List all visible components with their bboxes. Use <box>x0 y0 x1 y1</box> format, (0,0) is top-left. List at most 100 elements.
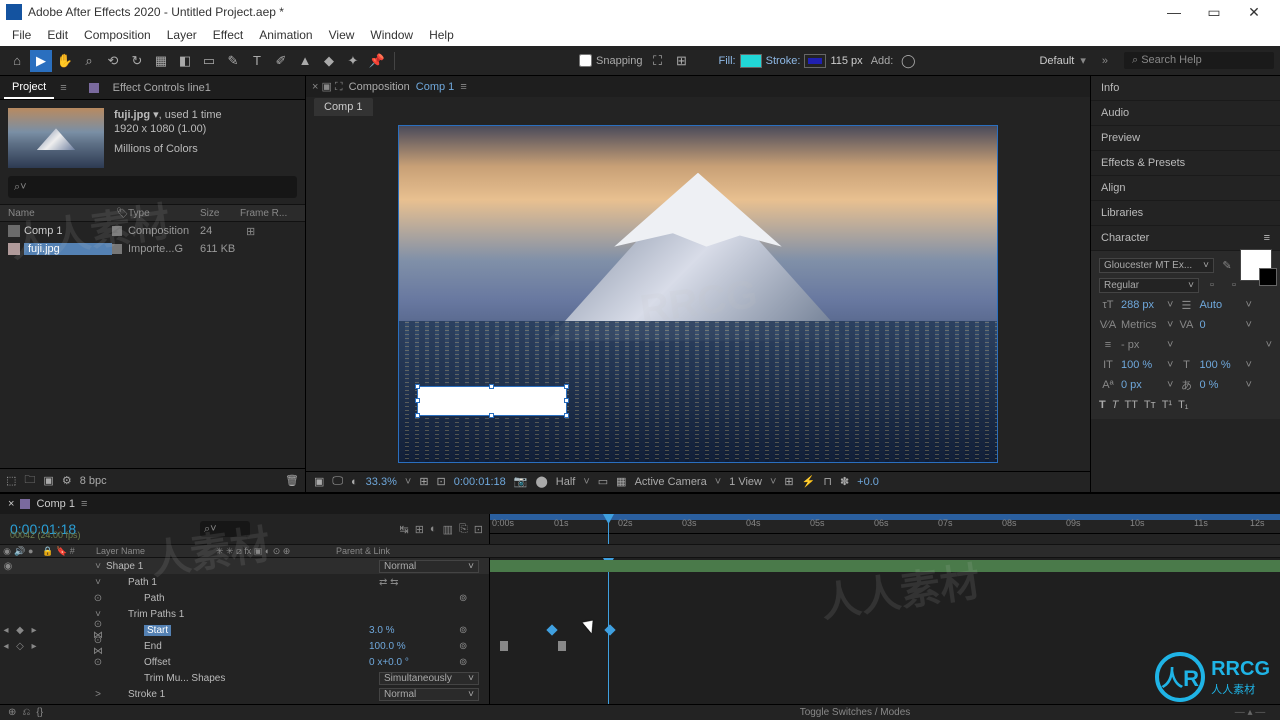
leading[interactable]: Auto <box>1199 299 1241 311</box>
timeline-tab[interactable]: Comp 1 <box>36 498 75 510</box>
subscript-button[interactable]: T₁ <box>1178 399 1188 411</box>
prop-offset[interactable]: ⊙ Offset 0 x+0.0 °⊚ <box>0 654 489 670</box>
hscale[interactable]: 100 % <box>1199 359 1241 371</box>
eraser-tool[interactable]: ◆ <box>318 50 340 72</box>
comp-active-name[interactable]: Comp 1 <box>416 81 455 93</box>
prop-start[interactable]: ◂◆▸ ⊙ ⋈ Start 3.0 %⊚ <box>0 622 489 638</box>
font-style-dropdown[interactable]: Regular˅ <box>1099 278 1199 293</box>
panel-effects[interactable]: Effects & Presets <box>1091 151 1280 176</box>
superscript-button[interactable]: T¹ <box>1162 399 1172 411</box>
fill-label[interactable]: Fill: <box>719 55 736 67</box>
comp-tab[interactable]: Comp 1 <box>314 98 373 116</box>
mask-icon[interactable]: ◐ <box>351 476 358 488</box>
asset-row-image[interactable]: fuji.jpg Importe...G 611 KB <box>0 240 305 258</box>
vscale[interactable]: 100 % <box>1121 359 1163 371</box>
panel-character[interactable]: Character≡ <box>1091 226 1280 251</box>
camera-tool[interactable]: ▦ <box>150 50 172 72</box>
graph-icon[interactable]: ▥ <box>443 523 453 536</box>
asset-row-comp[interactable]: Comp 1 Composition 24 ⊞ <box>0 222 305 240</box>
menu-window[interactable]: Window <box>362 28 421 42</box>
asset-thumbnail[interactable] <box>8 108 104 168</box>
zoom-dropdown[interactable]: 33.3% <box>366 476 397 488</box>
menu-file[interactable]: File <box>4 28 39 42</box>
settings-icon[interactable]: ⚙ <box>62 474 72 487</box>
prop-end[interactable]: ◂◇▸ ⊙ ⋈ End 100.0 %⊚ <box>0 638 489 654</box>
draft3d-icon[interactable]: ⎘ <box>459 523 468 536</box>
layer-stroke1[interactable]: ˃ Stroke 1 Normal˅ <box>0 686 489 702</box>
grid-icon[interactable]: ⊡ <box>437 475 446 488</box>
panel-info[interactable]: Info <box>1091 76 1280 101</box>
menu-effect[interactable]: Effect <box>205 28 251 42</box>
keyframe-hold-icon[interactable] <box>558 641 566 651</box>
clone-tool[interactable]: ▲ <box>294 50 316 72</box>
layer-shape1[interactable]: ◉˅ Shape 1 Normal˅ <box>0 558 489 574</box>
folder-icon[interactable]: 🗀 <box>24 471 35 490</box>
search-help[interactable]: ⌕ Search Help <box>1124 52 1274 69</box>
timeline-icon[interactable]: ⊓ <box>823 475 832 488</box>
roto-tool[interactable]: ✦ <box>342 50 364 72</box>
exposure[interactable]: +0.0 <box>857 476 879 488</box>
bpc-label[interactable]: 8 bpc <box>80 475 107 487</box>
pan-behind-tool[interactable]: ◧ <box>174 50 196 72</box>
rotate-tool[interactable]: ↻ <box>126 50 148 72</box>
menu-edit[interactable]: Edit <box>39 28 76 42</box>
fast-preview-icon[interactable]: ⚡ <box>802 475 816 488</box>
prop-path[interactable]: ⊙ Path ⊚ <box>0 590 489 606</box>
add-button[interactable]: ◯ <box>897 50 919 72</box>
asset-columns[interactable]: Name 🏷 Type Size Frame R... <box>0 204 305 222</box>
snap-opt-icon[interactable]: ⛶ <box>647 50 669 72</box>
interpret-icon[interactable]: ⬚ <box>6 474 16 487</box>
minimize-button[interactable]: — <box>1154 4 1194 20</box>
layer-trim-paths[interactable]: ˅ Trim Paths 1 <box>0 606 489 622</box>
menu-help[interactable]: Help <box>421 28 462 42</box>
zoom-tool[interactable]: ⌕ <box>78 50 100 72</box>
allcaps-button[interactable]: TT <box>1124 399 1137 411</box>
home-icon[interactable]: ⌂ <box>6 50 28 72</box>
toggle-switches[interactable]: Toggle Switches / Modes <box>490 707 1220 718</box>
snap-opt2-icon[interactable]: ⊞ <box>671 50 693 72</box>
motion-blur-icon[interactable]: ◐ <box>430 523 437 536</box>
timeline-search[interactable]: ⌕˅ <box>200 521 250 537</box>
eyedropper-icon[interactable]: ✎ <box>1218 259 1236 272</box>
frame-blend-icon[interactable]: ⊞ <box>415 523 424 536</box>
pixel-icon[interactable]: ⊞ <box>784 475 793 488</box>
new-comp-icon[interactable]: ▣ <box>43 474 53 487</box>
kerning[interactable]: Metrics <box>1121 319 1163 331</box>
panel-align[interactable]: Align <box>1091 176 1280 201</box>
tab-effect-controls[interactable]: Effect Controls line1 <box>105 78 219 98</box>
maximize-button[interactable]: ▭ <box>1194 4 1234 21</box>
transparency-icon[interactable]: ▦ <box>616 475 626 488</box>
roi-icon[interactable]: ▭ <box>598 475 608 488</box>
rect-tool[interactable]: ▭ <box>198 50 220 72</box>
panel-preview[interactable]: Preview <box>1091 126 1280 151</box>
selection-tool[interactable]: ▶ <box>30 50 52 72</box>
stroke-label[interactable]: Stroke: <box>766 55 801 67</box>
tab-project[interactable]: Project <box>4 77 54 99</box>
expand-icon[interactable]: ⊕ <box>8 707 16 718</box>
stroke-mode-dropdown[interactable]: Normal˅ <box>379 688 479 701</box>
channel-icon[interactable]: 🖵 <box>332 475 343 488</box>
workspace-dropdown[interactable]: Default <box>1039 55 1074 67</box>
resolution-dropdown[interactable]: Half <box>556 476 576 488</box>
close-button[interactable]: ✕ <box>1234 4 1274 21</box>
orbit-tool[interactable]: ⟲ <box>102 50 124 72</box>
composition-viewer[interactable] <box>398 125 998 463</box>
trash-icon[interactable]: 🗑 <box>285 474 299 487</box>
text-tool[interactable]: T <box>246 50 268 72</box>
smallcaps-button[interactable]: Tᴛ <box>1144 399 1156 411</box>
modes-icon[interactable]: {} <box>36 707 43 718</box>
always-preview-icon[interactable]: ▣ <box>314 475 324 488</box>
show-channel-icon[interactable]: ⬤ <box>535 475 547 488</box>
stroke-width[interactable]: 115 px <box>830 55 862 67</box>
panel-audio[interactable]: Audio <box>1091 101 1280 126</box>
panel-libraries[interactable]: Libraries <box>1091 201 1280 226</box>
shy-icon[interactable]: ↹ <box>399 523 408 536</box>
project-search[interactable]: ⌕˅ <box>8 176 297 198</box>
switches-icon[interactable]: ⎌ <box>22 707 30 718</box>
italic-button[interactable]: T <box>1112 399 1119 411</box>
bold-button[interactable]: T <box>1099 399 1106 411</box>
menu-composition[interactable]: Composition <box>76 28 159 42</box>
current-time[interactable]: 0:00:01:18 <box>454 476 506 488</box>
hand-tool[interactable]: ✋ <box>54 50 76 72</box>
swap-icon[interactable]: ▫ <box>1203 279 1221 291</box>
